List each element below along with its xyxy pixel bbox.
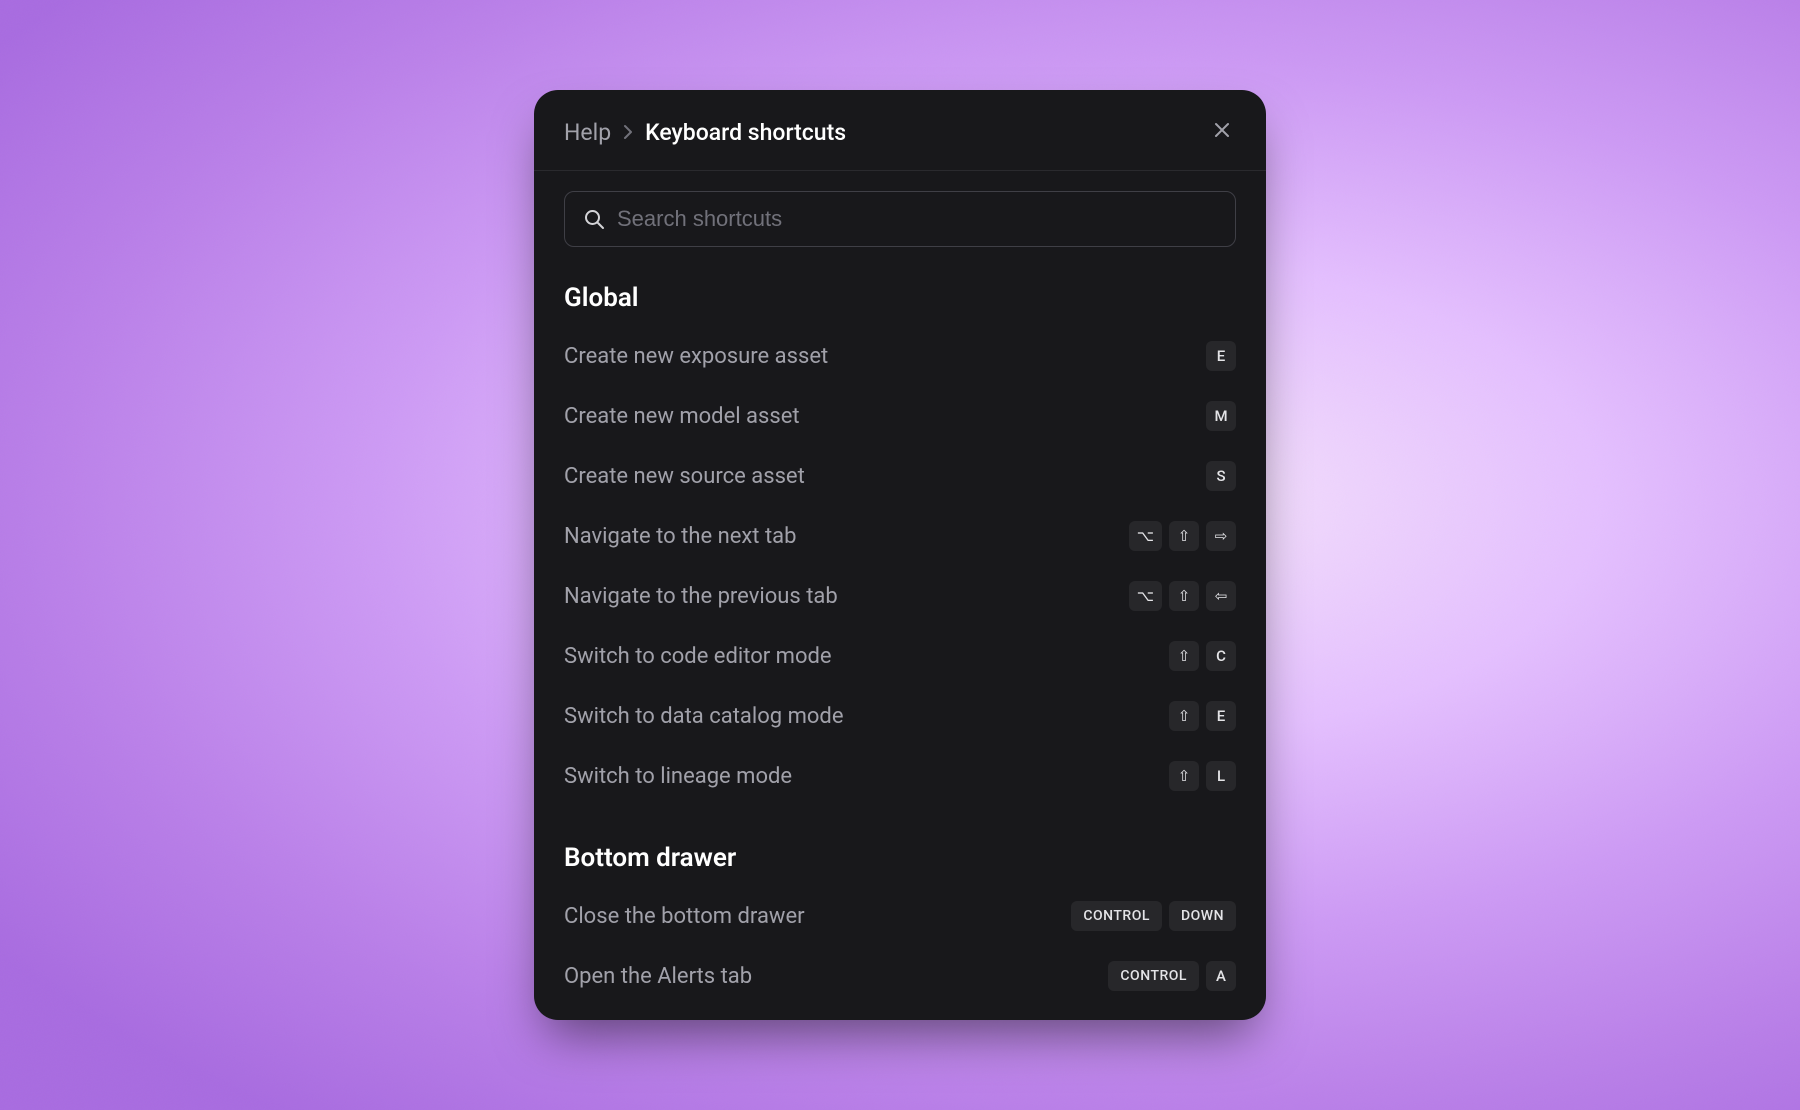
shortcut-keys: S <box>1206 461 1236 491</box>
shortcut-label: Switch to data catalog mode <box>564 704 843 729</box>
shortcut-row: Navigate to the next tab ⌥⇧⇨ <box>564 521 1236 551</box>
key-badge: M <box>1206 401 1236 431</box>
shortcut-label: Switch to code editor mode <box>564 644 832 669</box>
breadcrumb-title: Keyboard shortcuts <box>645 119 846 146</box>
key-badge: ⇦ <box>1206 581 1236 611</box>
shortcut-row: Close the bottom drawer CONTROLDOWN <box>564 901 1236 931</box>
shortcut-keys: ⇧L <box>1169 761 1236 791</box>
key-badge: ⇧ <box>1169 641 1199 671</box>
close-icon <box>1212 120 1232 144</box>
shortcuts-list: GlobalCreate new exposure assetECreate n… <box>564 283 1236 991</box>
key-badge: A <box>1206 961 1236 991</box>
key-badge: L <box>1206 761 1236 791</box>
shortcut-row: Navigate to the previous tab ⌥⇧⇦ <box>564 581 1236 611</box>
breadcrumb-help-link[interactable]: Help <box>564 119 611 146</box>
close-button[interactable] <box>1208 116 1236 148</box>
shortcut-label: Create new exposure asset <box>564 344 828 369</box>
key-badge: S <box>1206 461 1236 491</box>
key-badge: ⇧ <box>1169 701 1199 731</box>
shortcut-label: Navigate to the next tab <box>564 524 796 549</box>
key-badge: CONTROL <box>1071 901 1162 931</box>
shortcut-row: Switch to code editor mode ⇧C <box>564 641 1236 671</box>
shortcut-keys: M <box>1206 401 1236 431</box>
key-badge: ⇧ <box>1169 761 1199 791</box>
shortcut-row: Open the Alerts tab CONTROLA <box>564 961 1236 991</box>
shortcut-keys: ⌥⇧⇦ <box>1129 581 1236 611</box>
shortcut-label: Close the bottom drawer <box>564 904 805 929</box>
modal-body: GlobalCreate new exposure assetECreate n… <box>534 171 1266 1020</box>
key-badge: ⌥ <box>1129 581 1162 611</box>
shortcut-row: Create new exposure asset E <box>564 341 1236 371</box>
shortcut-keys: ⇧E <box>1169 701 1236 731</box>
search-field[interactable] <box>564 191 1236 247</box>
shortcut-keys: CONTROLDOWN <box>1071 901 1236 931</box>
breadcrumb: Help Keyboard shortcuts <box>564 119 846 146</box>
section-title: Bottom drawer <box>564 843 1236 873</box>
shortcut-keys: CONTROLA <box>1108 961 1236 991</box>
key-badge: ⇧ <box>1169 581 1199 611</box>
key-badge: ⌥ <box>1129 521 1162 551</box>
shortcut-keys: ⇧C <box>1169 641 1236 671</box>
search-input[interactable] <box>617 206 1217 232</box>
shortcut-label: Switch to lineage mode <box>564 764 792 789</box>
key-badge: E <box>1206 341 1236 371</box>
modal-header: Help Keyboard shortcuts <box>534 90 1266 171</box>
shortcut-label: Navigate to the previous tab <box>564 584 838 609</box>
shortcut-keys: ⌥⇧⇨ <box>1129 521 1236 551</box>
shortcut-label: Create new source asset <box>564 464 805 489</box>
keyboard-shortcuts-modal: Help Keyboard shortcuts Global Create new… <box>534 90 1266 1020</box>
key-badge: ⇨ <box>1206 521 1236 551</box>
key-badge: C <box>1206 641 1236 671</box>
shortcut-keys: E <box>1206 341 1236 371</box>
key-badge: E <box>1206 701 1236 731</box>
key-badge: CONTROL <box>1108 961 1199 991</box>
section-title: Global <box>564 283 1236 313</box>
shortcut-row: Switch to data catalog mode ⇧E <box>564 701 1236 731</box>
chevron-right-icon <box>623 124 633 140</box>
shortcut-row: Switch to lineage mode ⇧L <box>564 761 1236 791</box>
key-badge: ⇧ <box>1169 521 1199 551</box>
shortcut-label: Create new model asset <box>564 404 800 429</box>
shortcut-row: Create new model asset M <box>564 401 1236 431</box>
shortcut-label: Open the Alerts tab <box>564 964 752 989</box>
search-icon <box>583 208 605 230</box>
key-badge: DOWN <box>1169 901 1236 931</box>
shortcut-row: Create new source asset S <box>564 461 1236 491</box>
